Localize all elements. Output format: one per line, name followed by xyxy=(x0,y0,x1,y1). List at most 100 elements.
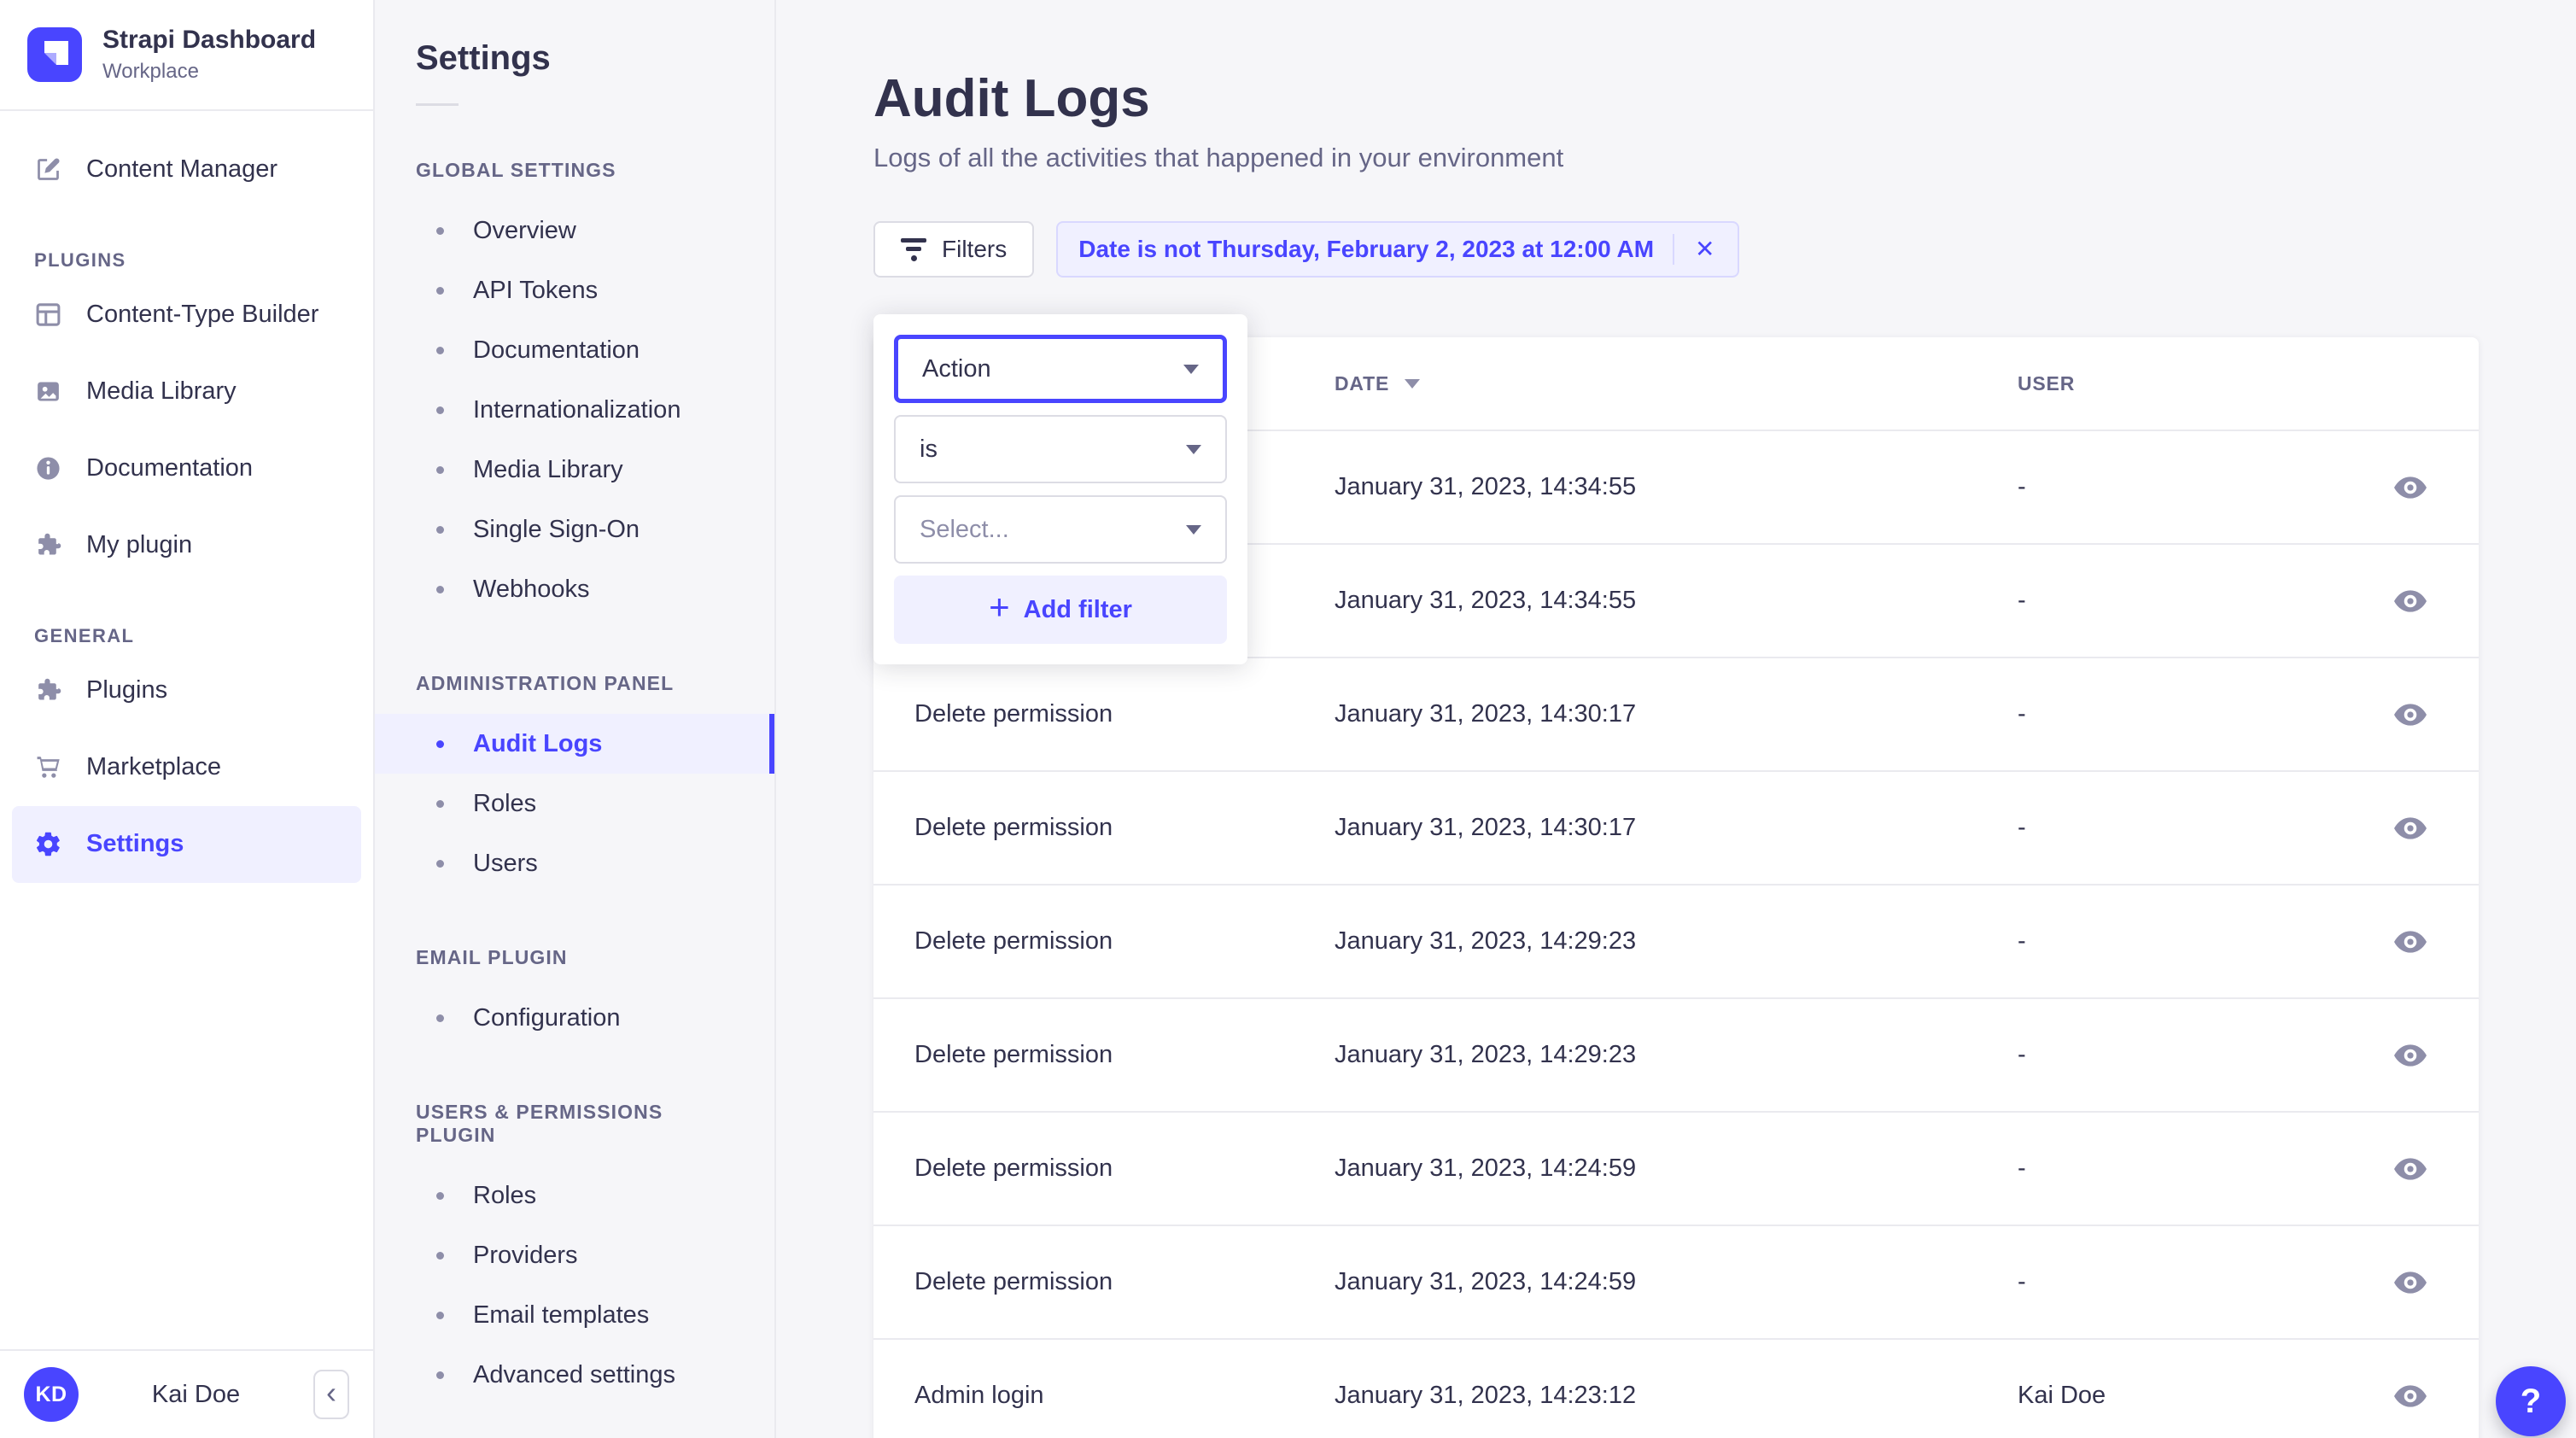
add-filter-button[interactable]: + Add filter xyxy=(894,576,1227,644)
filter-operator-value: is xyxy=(920,435,938,464)
avatar[interactable]: KD xyxy=(24,1367,79,1422)
bullet-icon xyxy=(436,740,444,748)
divider xyxy=(416,103,459,106)
settings-nav-item-label: Single Sign-On xyxy=(473,516,640,544)
bullet-icon xyxy=(436,1252,444,1260)
settings-nav-item[interactable]: Users xyxy=(375,833,774,893)
view-log-button[interactable] xyxy=(2387,1264,2433,1301)
help-button[interactable]: ? xyxy=(2496,1366,2566,1436)
cell-user: Kai Doe xyxy=(2018,1382,2342,1410)
filter-operator-select[interactable]: is xyxy=(894,415,1227,483)
divider xyxy=(1673,234,1674,265)
view-log-button[interactable] xyxy=(2387,1150,2433,1188)
administration-panel-list: Audit Logs Roles Users xyxy=(375,714,774,893)
settings-nav-item-label: Users xyxy=(473,850,538,878)
info-icon xyxy=(34,454,62,482)
eye-icon xyxy=(2394,1384,2427,1408)
settings-nav-item[interactable]: Internationalization xyxy=(375,380,774,440)
eye-icon xyxy=(2394,1271,2427,1295)
question-mark-icon: ? xyxy=(2521,1382,2541,1421)
remove-filter-button[interactable]: ✕ xyxy=(1693,237,1716,261)
filters-button[interactable]: Filters xyxy=(873,221,1034,278)
view-log-button[interactable] xyxy=(2387,923,2433,961)
settings-nav-item[interactable]: Documentation xyxy=(375,320,774,380)
settings-nav-item[interactable]: Media Library xyxy=(375,440,774,500)
settings-nav-item[interactable]: Roles xyxy=(375,774,774,833)
settings-nav-item-label: Webhooks xyxy=(473,576,590,604)
cell-date: January 31, 2023, 14:29:23 xyxy=(1335,1041,2018,1069)
sidebar-item-label: Content Manager xyxy=(86,155,277,184)
sidebar-item-my-plugin[interactable]: My plugin xyxy=(12,507,361,584)
settings-nav-item[interactable]: Roles xyxy=(375,1166,774,1225)
section-label-email-plugin: EMAIL PLUGIN xyxy=(375,946,774,969)
filter-bar: Filters Date is not Thursday, February 2… xyxy=(873,221,2479,278)
section-label-global-settings: GLOBAL SETTINGS xyxy=(375,159,774,182)
bullet-icon xyxy=(436,287,444,295)
bullet-icon xyxy=(436,1312,444,1319)
eye-icon xyxy=(2394,703,2427,727)
sort-descending-icon xyxy=(1405,379,1420,389)
brand-title: Strapi Dashboard xyxy=(102,26,316,56)
sidebar-item-label: Marketplace xyxy=(86,753,221,781)
collapse-sidebar-button[interactable]: ‹ xyxy=(313,1370,349,1419)
settings-nav-item-label: Providers xyxy=(473,1242,578,1270)
cell-date: January 31, 2023, 14:34:55 xyxy=(1335,587,2018,615)
eye-icon xyxy=(2394,476,2427,500)
settings-nav-item[interactable]: Overview xyxy=(375,201,774,260)
cell-action: Admin login xyxy=(873,1382,1335,1410)
table-row: Delete permission January 31, 2023, 14:3… xyxy=(873,658,2479,772)
sidebar-item-documentation[interactable]: Documentation xyxy=(12,430,361,507)
settings-nav-item-label: Audit Logs xyxy=(473,730,602,758)
table-row: Delete permission January 31, 2023, 14:2… xyxy=(873,999,2479,1113)
page-title: Audit Logs xyxy=(873,68,2479,129)
bullet-icon xyxy=(436,586,444,593)
table-header-date[interactable]: DATE xyxy=(1335,372,2018,395)
eye-icon xyxy=(2394,930,2427,954)
settings-nav-item-label: Email templates xyxy=(473,1301,649,1330)
sidebar-item-content-manager[interactable]: Content Manager xyxy=(12,132,361,208)
filter-field-select[interactable]: Action xyxy=(894,335,1227,403)
sidebar-item-settings[interactable]: Settings xyxy=(12,806,361,883)
cell-date: January 31, 2023, 14:30:17 xyxy=(1335,700,2018,728)
sidebar-item-plugins[interactable]: Plugins xyxy=(12,652,361,729)
settings-nav-item-label: Advanced settings xyxy=(473,1361,675,1389)
settings-nav-item[interactable]: Audit Logs xyxy=(375,714,774,774)
view-log-button[interactable] xyxy=(2387,582,2433,620)
brand-subtitle: Workplace xyxy=(102,60,316,84)
close-icon: ✕ xyxy=(1695,236,1714,262)
sidebar-item-content-type-builder[interactable]: Content-Type Builder xyxy=(12,277,361,354)
filter-value-select[interactable]: Select... xyxy=(894,495,1227,564)
settings-nav-item[interactable]: Advanced settings xyxy=(375,1345,774,1405)
content-manager-icon xyxy=(34,155,62,184)
view-log-button[interactable] xyxy=(2387,1377,2433,1415)
view-log-button[interactable] xyxy=(2387,696,2433,734)
filter-value-placeholder: Select... xyxy=(920,516,1009,544)
settings-nav-item[interactable]: Providers xyxy=(375,1225,774,1285)
user-name: Kai Doe xyxy=(79,1381,313,1409)
cell-user: - xyxy=(2018,1041,2342,1069)
add-filter-label: Add filter xyxy=(1024,596,1132,624)
workplace-brand[interactable]: Strapi Dashboard Workplace xyxy=(0,0,373,109)
bullet-icon xyxy=(436,1371,444,1379)
settings-nav-item[interactable]: Configuration xyxy=(375,988,774,1048)
view-log-button[interactable] xyxy=(2387,810,2433,847)
section-label-users-permissions-plugin: USERS & PERMISSIONS PLUGIN xyxy=(375,1101,774,1147)
settings-nav-item[interactable]: Webhooks xyxy=(375,559,774,619)
plus-icon: + xyxy=(989,587,1010,628)
sidebar-item-label: Settings xyxy=(86,830,184,858)
sidebar-item-marketplace[interactable]: Marketplace xyxy=(12,729,361,806)
view-log-button[interactable] xyxy=(2387,469,2433,506)
settings-nav-item[interactable]: API Tokens xyxy=(375,260,774,320)
app: { "colors": { "accent": "#4945ff", "acce… xyxy=(0,0,2576,1438)
sidebar-item-media-library[interactable]: Media Library xyxy=(12,354,361,430)
view-log-button[interactable] xyxy=(2387,1037,2433,1074)
cell-date: January 31, 2023, 14:30:17 xyxy=(1335,814,2018,842)
settings-nav-item[interactable]: Email templates xyxy=(375,1285,774,1345)
bullet-icon xyxy=(436,227,444,235)
cell-date: January 31, 2023, 14:34:55 xyxy=(1335,473,2018,501)
puzzle-icon xyxy=(34,676,62,704)
settings-nav-item[interactable]: Single Sign-On xyxy=(375,500,774,559)
bullet-icon xyxy=(436,406,444,414)
table-row: Delete permission January 31, 2023, 14:2… xyxy=(873,1113,2479,1226)
settings-sidebar: Settings GLOBAL SETTINGS Overview API To… xyxy=(375,0,776,1438)
